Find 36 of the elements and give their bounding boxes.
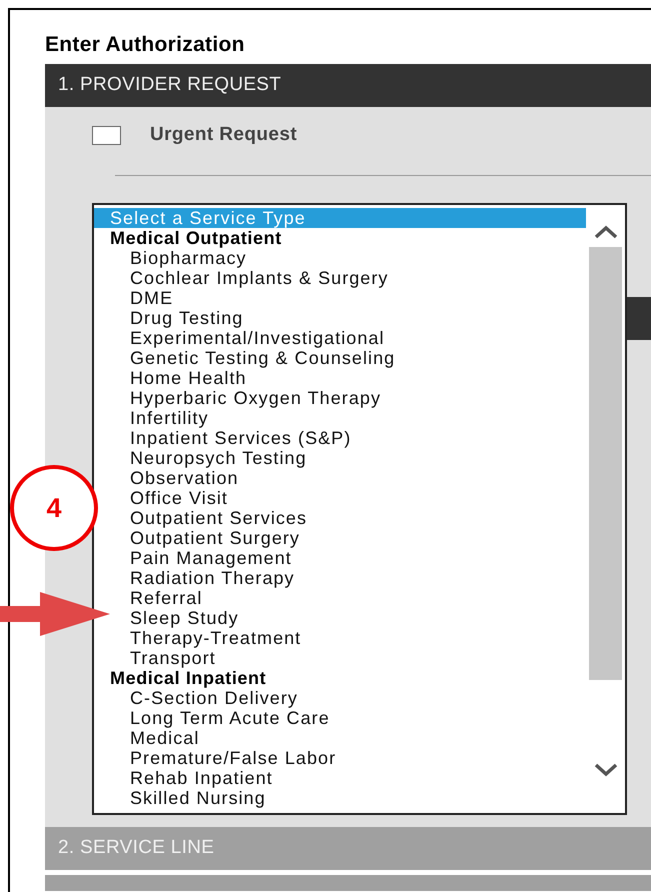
list-option[interactable]: Home Health <box>94 368 586 388</box>
list-option[interactable]: Neuropsych Testing <box>94 448 586 468</box>
list-option[interactable]: Premature/False Labor <box>94 748 586 768</box>
list-option[interactable]: Skilled Nursing <box>94 788 586 808</box>
list-option[interactable]: Long Term Acute Care <box>94 708 586 728</box>
list-option[interactable]: Cochlear Implants & Surgery <box>94 268 586 288</box>
scroll-up-icon[interactable] <box>594 225 618 239</box>
list-option[interactable]: Biopharmacy <box>94 248 586 268</box>
list-option[interactable]: Transport <box>94 648 586 668</box>
list-option[interactable]: Sleep Study <box>94 608 586 628</box>
urgent-label: Urgent Request <box>150 123 298 148</box>
list-option[interactable]: Infertility <box>94 408 586 428</box>
list-option[interactable]: Inpatient Services (S&P) <box>94 428 586 448</box>
page-title: Enter Authorization <box>45 34 246 55</box>
list-option[interactable]: C-Section Delivery <box>94 688 586 708</box>
list-option[interactable]: Hyperbaric Oxygen Therapy <box>94 388 586 408</box>
list-option[interactable]: Experimental/Investigational <box>94 328 586 348</box>
list-option[interactable]: Therapy-Treatment <box>94 628 586 648</box>
service-type-listbox[interactable] <box>92 203 627 815</box>
list-option[interactable]: Referral <box>94 588 586 608</box>
option-group-label: Medical Inpatient <box>109 668 268 688</box>
list-option[interactable]: Drug Testing <box>94 308 586 328</box>
section-header <box>626 297 651 340</box>
arrow-icon <box>0 592 112 636</box>
option-group-label: Medical Outpatient <box>109 228 283 248</box>
scroll-down-icon[interactable] <box>594 763 618 777</box>
list-option[interactable]: Medical <box>94 728 586 748</box>
list-option[interactable]: Genetic Testing & Counseling <box>94 348 586 368</box>
list-option[interactable]: Pain Management <box>94 548 586 568</box>
list-option[interactable]: Radiation Therapy <box>94 568 586 588</box>
scrollbar-thumb[interactable] <box>589 247 622 680</box>
urgent-checkbox[interactable] <box>92 126 121 145</box>
list-option[interactable]: Rehab Inpatient <box>94 768 586 788</box>
section-header[interactable]: 1. PROVIDER REQUEST <box>45 64 651 107</box>
step-number-circle: 4 <box>10 465 98 551</box>
list-option[interactable]: DME <box>94 288 586 308</box>
